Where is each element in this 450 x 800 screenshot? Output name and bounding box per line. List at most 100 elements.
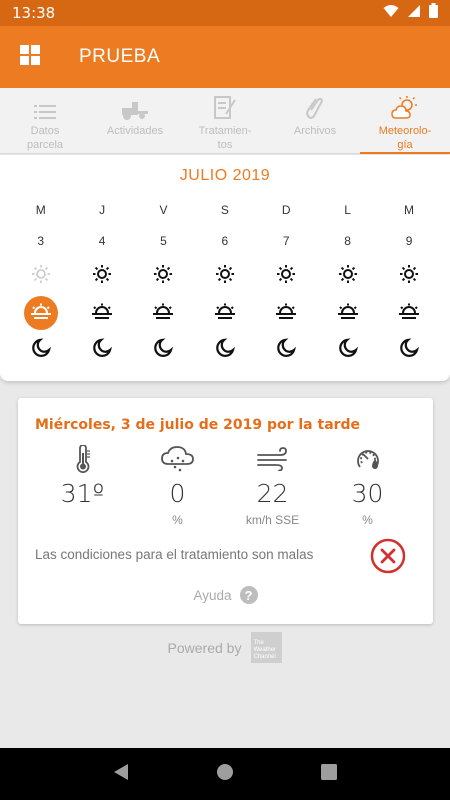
afternoon-cell[interactable] [194,296,255,330]
detail-title: Miércoles, 3 de julio de 2019 por la tar… [35,417,361,433]
help-link[interactable]: Ayuda ? [18,586,433,604]
sunset-icon [30,303,52,324]
moon-icon [215,337,235,363]
weekday-label: J [99,203,106,217]
morning-cell[interactable] [133,261,194,291]
sunset-icon [152,303,174,324]
system-nav-bar [0,748,450,800]
morning-cell[interactable] [194,261,255,291]
night-cell[interactable] [256,335,317,365]
moon-icon [338,337,358,363]
tab-label: Datos parcela [26,125,64,151]
sun-icon [215,264,235,289]
morning-cell[interactable] [10,261,71,291]
question-icon: ? [239,586,258,604]
sunset-icon [275,303,297,324]
sunset-icon [91,303,113,324]
night-cell[interactable] [71,335,132,365]
day-number-row: 3 4 5 6 7 8 9 [10,231,440,251]
day-number: 9 [405,234,413,248]
signal-icon [407,4,421,23]
sunset-icon [214,303,236,324]
sunset-icon [398,303,420,324]
paperclip-icon [306,94,324,120]
weekday-label: M [404,203,415,217]
afternoon-cell[interactable] [133,296,194,330]
bad-condition-icon [370,538,406,579]
day-number: 6 [221,234,229,248]
weather-channel-logo: The Weather Channel [251,632,283,663]
day-number: 7 [282,234,290,248]
wifi-icon [383,4,399,23]
afternoon-cell[interactable] [378,296,439,330]
metric-value: 30 [351,479,384,508]
battery-icon [429,3,438,23]
list-icon [34,94,56,120]
status-time: 13:38 [12,4,56,22]
night-cell[interactable] [133,335,194,365]
morning-cell[interactable] [71,261,132,291]
weekday-label: L [344,203,351,217]
tab-archivos[interactable]: Archivos [270,88,360,153]
tab-bar: Datos parcela Actividades Tratamien-tos … [0,88,450,154]
metric-precipitation: 0 % [130,442,225,527]
metric-value: 0 [169,479,186,508]
sun-icon [399,264,419,289]
sun-icon [153,264,173,289]
weekday-label: M [35,203,46,217]
powered-by: Powered by The Weather Channel [0,632,450,663]
tab-label: Archivos [293,125,337,137]
metric-value: 22 [256,479,289,508]
tab-tratamientos[interactable]: Tratamien-tos [180,88,270,153]
weekday-label: V [159,203,168,217]
morning-cell[interactable] [256,261,317,291]
night-cell[interactable] [194,335,255,365]
tractor-icon [120,94,150,120]
night-cell[interactable] [317,335,378,365]
powered-by-label: Powered by [167,639,242,656]
day-number: 3 [37,234,45,248]
sun-icon [92,264,112,289]
moon-icon [153,337,174,363]
night-row [10,335,440,365]
moon-icon [31,337,51,363]
weekday-label: S [220,203,229,217]
home-button[interactable] [216,763,234,786]
grid-menu-button[interactable] [0,26,60,88]
tab-meteorologia[interactable]: Meteorolo-gía [360,88,450,154]
metrics-row: 31º 0 % 22 km/h SSE 30 % [18,442,433,527]
sunset-icon [337,303,359,324]
document-edit-icon [214,94,236,120]
metric-humidity: 30 % [320,442,415,527]
weather-calendar: JULIO 2019 M J V S D L M 3 4 5 6 7 8 9 [0,155,450,381]
status-bar: 13:38 [0,0,450,26]
treatment-condition-text: Las condiciones para el tratamiento son … [35,547,314,562]
rain-cloud-icon [160,442,196,476]
tab-label: Meteorolo-gía [378,125,432,151]
tab-actividades[interactable]: Actividades [90,88,180,153]
afternoon-cell[interactable] [71,296,132,330]
metric-value: 31º [60,479,105,508]
humidity-gauge-icon [354,442,382,476]
app-title: PRUEBA [79,46,161,67]
tab-datos-parcela[interactable]: Datos parcela [0,88,90,153]
morning-cell[interactable] [317,261,378,291]
recents-button[interactable] [320,763,337,785]
calendar-month: JULIO 2019 [179,167,271,184]
morning-cell[interactable] [378,261,439,291]
thermometer-icon [75,442,91,476]
afternoon-cell[interactable] [317,296,378,330]
metric-unit: km/h SSE [245,513,300,527]
day-number: 5 [160,234,167,248]
grid-icon [20,44,40,70]
back-button[interactable] [113,763,129,786]
tab-label: Tratamien-tos [198,125,252,151]
weather-detail-card: Miércoles, 3 de julio de 2019 por la tar… [18,398,433,624]
night-cell[interactable] [10,335,71,365]
night-cell[interactable] [378,335,439,365]
moon-icon [399,337,420,363]
afternoon-cell-selected[interactable] [10,296,71,330]
sun-icon [276,264,296,289]
weekday-label: D [281,203,291,217]
afternoon-cell[interactable] [256,296,317,330]
